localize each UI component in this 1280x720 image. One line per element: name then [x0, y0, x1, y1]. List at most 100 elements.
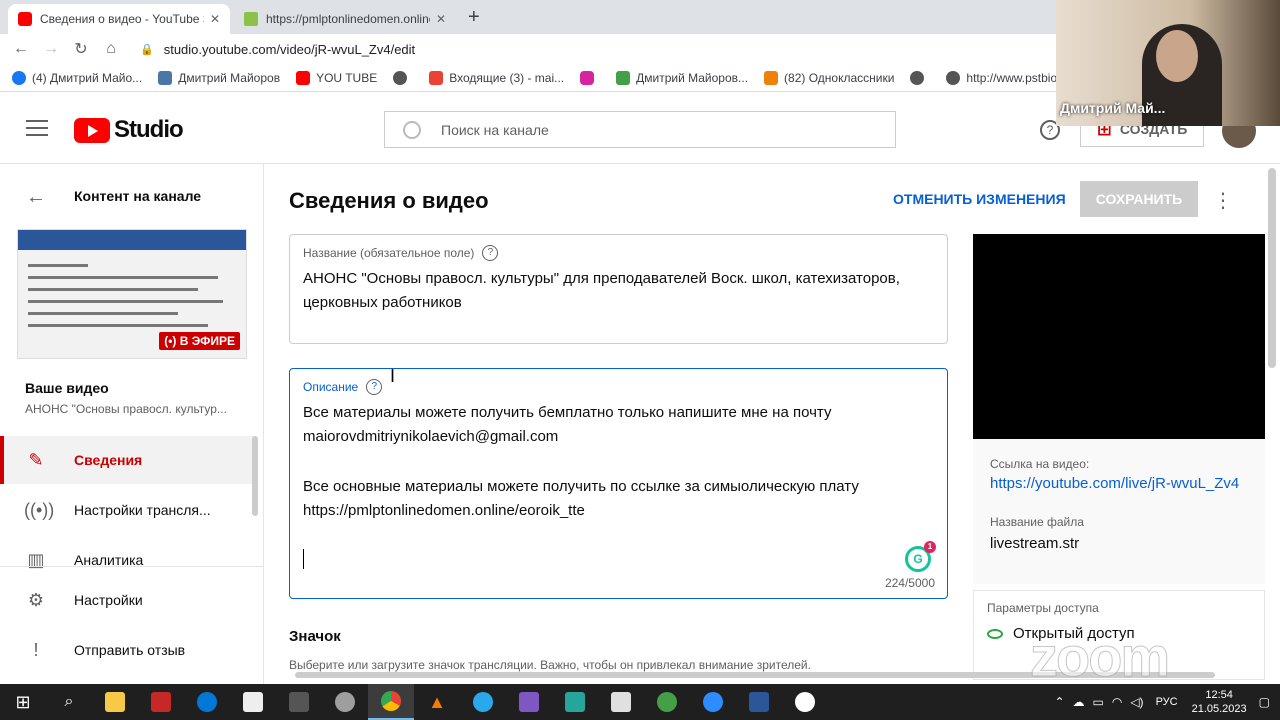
bookmark-vk[interactable]: Дмитрий Майоров: [158, 70, 281, 85]
taskbar-telegram[interactable]: [460, 684, 506, 720]
search-icon: ⌕: [64, 693, 74, 710]
taskbar-app-blue[interactable]: [552, 684, 598, 720]
close-tab-icon[interactable]: ✕: [436, 12, 446, 26]
title-field[interactable]: Название (обязательное поле) ? АНОНС "Ос…: [289, 234, 948, 344]
description-field[interactable]: Описание ? Все материалы можете получить…: [289, 368, 948, 599]
taskbar-word[interactable]: [736, 684, 782, 720]
title-field-label-row: Название (обязательное поле) ?: [303, 245, 499, 261]
bookmark-label: (82) Одноклассники: [784, 70, 895, 85]
notepad-icon: [611, 692, 631, 712]
tray-chevron-icon[interactable]: ⌃: [1054, 695, 1064, 709]
zoom-video-tile[interactable]: Дмитрий Май...: [1056, 0, 1280, 126]
clock[interactable]: 12:54 21.05.2023: [1192, 688, 1247, 716]
volume-icon[interactable]: ◁): [1130, 695, 1143, 709]
taskbar-vlc[interactable]: ▲: [414, 684, 460, 720]
live-badge: (•) В ЭФИРЕ: [159, 332, 240, 350]
pencil-icon: ✎: [28, 449, 44, 470]
sidebar: ← Контент на канале (•) В ЭФИРЕ Ваше вид…: [0, 164, 264, 684]
video-preview[interactable]: [973, 234, 1265, 439]
description-line: Все основные материалы можете получить п…: [303, 478, 859, 495]
video-thumbnail[interactable]: (•) В ЭФИРЕ: [17, 229, 247, 359]
bookmark-youtube[interactable]: YOU TUBE: [296, 70, 377, 85]
start-button[interactable]: ⊞: [0, 684, 46, 720]
main-scrollbar[interactable]: [1268, 168, 1276, 368]
tab-pmlpt[interactable]: https://pmlptonlinedomen.online/ ✕: [234, 4, 456, 34]
description-line: https://pmlptonlinedomen.online/eoroik_t…: [303, 502, 585, 519]
close-tab-icon[interactable]: ✕: [210, 12, 220, 26]
description-text[interactable]: Все материалы можете получить бемплатно …: [303, 401, 933, 523]
menu-hamburger-icon[interactable]: [26, 120, 48, 136]
more-vert-icon[interactable]: ⋮: [1213, 188, 1233, 213]
participant-name: Дмитрий Май...: [1060, 100, 1166, 116]
bookmark-ok[interactable]: (82) Одноклассники: [764, 70, 895, 85]
help-circle-icon[interactable]: ?: [366, 379, 383, 395]
store-icon: [243, 692, 263, 712]
back-arrow-icon[interactable]: ←: [6, 40, 36, 58]
studio-logo[interactable]: Studio: [74, 116, 184, 144]
language-indicator[interactable]: РУС: [1156, 696, 1178, 708]
taskbar-explorer[interactable]: [92, 684, 138, 720]
bookmark-profile[interactable]: Дмитрий Майоров...: [616, 70, 749, 85]
taskbar-calculator[interactable]: [276, 684, 322, 720]
undo-changes-button[interactable]: ОТМЕНИТЬ ИЗМЕНЕНИЯ: [893, 191, 1066, 207]
bookmark-label: Входящие (3) - mai...: [449, 70, 565, 85]
network-icon[interactable]: ▭: [1093, 695, 1104, 709]
description-line: maiorovdmitriynikolaevich@gmail.com: [303, 428, 559, 445]
bookmark-globe-2[interactable]: [910, 70, 930, 85]
sidebar-item-stream-settings[interactable]: ((•)) Настройки трансля...: [0, 486, 256, 534]
grammarly-icon[interactable]: G1: [905, 541, 936, 572]
taskbar-app-purple[interactable]: [506, 684, 552, 720]
wifi-icon[interactable]: ◠: [1112, 695, 1122, 709]
telegram-icon: [473, 692, 493, 712]
bookmark-pstbi[interactable]: http://www.pstbion...: [946, 70, 1074, 85]
bookmark-label: Дмитрий Майоров...: [636, 70, 749, 85]
bookmark-label: Дмитрий Майоров: [178, 70, 281, 85]
home-icon[interactable]: ⌂: [96, 40, 126, 58]
vlc-icon: ▲: [428, 691, 446, 712]
clock-date: 21.05.2023: [1191, 703, 1247, 715]
your-video-title: АНОНС "Основы правосл. культур...: [25, 402, 227, 416]
sidebar-item-feedback[interactable]: ! Отправить отзыв: [0, 626, 256, 674]
cloud-icon[interactable]: ☁: [1073, 695, 1085, 709]
thumbnail-text-line: [28, 288, 198, 291]
taskbar-edge[interactable]: [184, 684, 230, 720]
forward-arrow-icon[interactable]: →: [36, 40, 66, 58]
taskbar-store[interactable]: [230, 684, 276, 720]
taskbar-utorrent[interactable]: [644, 684, 690, 720]
bookmark-facebook[interactable]: (4) Дмитрий Майо...: [12, 70, 143, 85]
taskbar-chrome[interactable]: [368, 684, 414, 720]
taskbar-app-red[interactable]: [138, 684, 184, 720]
bookmark-label: (4) Дмитрий Майо...: [32, 70, 143, 85]
sidebar-item-details[interactable]: ✎ Сведения: [0, 436, 256, 484]
notification-icon[interactable]: ▢: [1259, 695, 1270, 709]
video-link[interactable]: https://youtube.com/live/jR-wvuL_Zv4: [990, 475, 1239, 492]
video-link-label: Ссылка на видео:: [990, 457, 1090, 471]
tab-youtube-studio[interactable]: Сведения о видео - YouTube Studio ✕: [8, 4, 230, 34]
taskbar-app-notepad[interactable]: [598, 684, 644, 720]
sidebar-item-label: Сведения: [74, 452, 143, 468]
taskbar-zoom[interactable]: [690, 684, 736, 720]
bookmark-globe[interactable]: [393, 70, 413, 85]
calculator-icon: [289, 692, 309, 712]
participant-face: [1156, 30, 1198, 82]
channel-search-input[interactable]: Поиск на канале: [384, 111, 896, 148]
bookmark-instagram[interactable]: [580, 70, 600, 85]
taskbar-whatsapp[interactable]: [782, 684, 828, 720]
taskbar-app-bird[interactable]: [322, 684, 368, 720]
bookmark-gmail[interactable]: Входящие (3) - mai...: [429, 70, 565, 85]
taskbar-search[interactable]: ⌕: [46, 684, 92, 720]
sidebar-item-settings[interactable]: ⚙ Настройки: [0, 576, 256, 624]
system-tray: ⌃ ☁ ▭ ◠ ◁) РУС 12:54 21.05.2023 ▢: [1046, 684, 1270, 720]
help-circle-icon[interactable]: ?: [482, 245, 499, 261]
thumbnail-text-line: [28, 264, 88, 267]
description-field-label-row: Описание ?: [303, 379, 383, 395]
gear-icon: ⚙: [27, 589, 45, 610]
save-button[interactable]: СОХРАНИТЬ: [1080, 181, 1198, 217]
youtube-icon: [296, 70, 311, 85]
tab-title: Сведения о видео - YouTube Studio: [40, 12, 204, 26]
reload-icon[interactable]: ↻: [66, 39, 96, 59]
sidebar-scrollbar[interactable]: [252, 436, 258, 516]
back-arrow-icon[interactable]: ←: [26, 186, 46, 209]
address-bar[interactable]: 🔒 studio.youtube.com/video/jR-wvuL_Zv4/e…: [140, 36, 1050, 62]
new-tab-icon[interactable]: +: [468, 6, 480, 29]
